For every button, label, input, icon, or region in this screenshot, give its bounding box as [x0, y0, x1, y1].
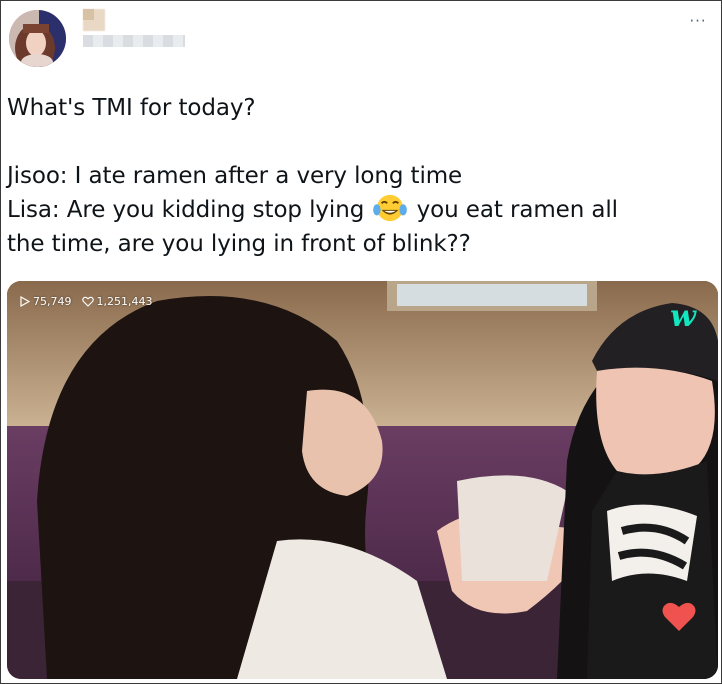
tweet-card: ··· What's TMI for today? Jisoo: I ate r… — [0, 0, 722, 684]
tweet-line-question: What's TMI for today? — [7, 95, 256, 121]
tweet-line-lisa-part1: Lisa: Are you kidding stop lying — [7, 197, 365, 223]
tweet-media-video[interactable]: 75,749 1,251,443 w — [7, 281, 718, 679]
tweet-line-lisa: Lisa: Are you kidding stop lying you eat… — [7, 193, 713, 227]
more-options-button[interactable]: ··· — [685, 11, 711, 31]
like-heart-button[interactable] — [660, 597, 698, 635]
heart-icon — [662, 602, 696, 631]
tweet-line-blink: the time, are you lying in front of blin… — [7, 231, 471, 257]
tweet-line-jisoo: Jisoo: I ate ramen after a very long tim… — [7, 163, 463, 189]
video-frame-image — [7, 281, 718, 679]
handle-blurred[interactable] — [83, 35, 185, 47]
avatar-image — [9, 10, 66, 67]
tweet-text: What's TMI for today? Jisoo: I ate ramen… — [7, 91, 713, 261]
play-icon — [20, 296, 30, 307]
likes-count: 1,251,443 — [96, 295, 153, 308]
tweet-line-gap — [7, 125, 713, 159]
more-icon: ··· — [689, 12, 707, 30]
likes-stat: 1,251,443 — [81, 295, 153, 308]
views-count: 75,749 — [33, 295, 72, 308]
views-stat: 75,749 — [19, 295, 72, 308]
weverse-logo-icon: w — [670, 299, 696, 334]
heart-outline-icon — [81, 296, 94, 307]
avatar[interactable] — [9, 10, 66, 67]
tweet-line-lisa-part2: you eat ramen all — [416, 197, 618, 223]
face-with-tears-of-joy-icon — [373, 194, 408, 222]
display-name-blurred-detail — [83, 9, 94, 20]
video-stats: 75,749 1,251,443 — [19, 295, 152, 308]
